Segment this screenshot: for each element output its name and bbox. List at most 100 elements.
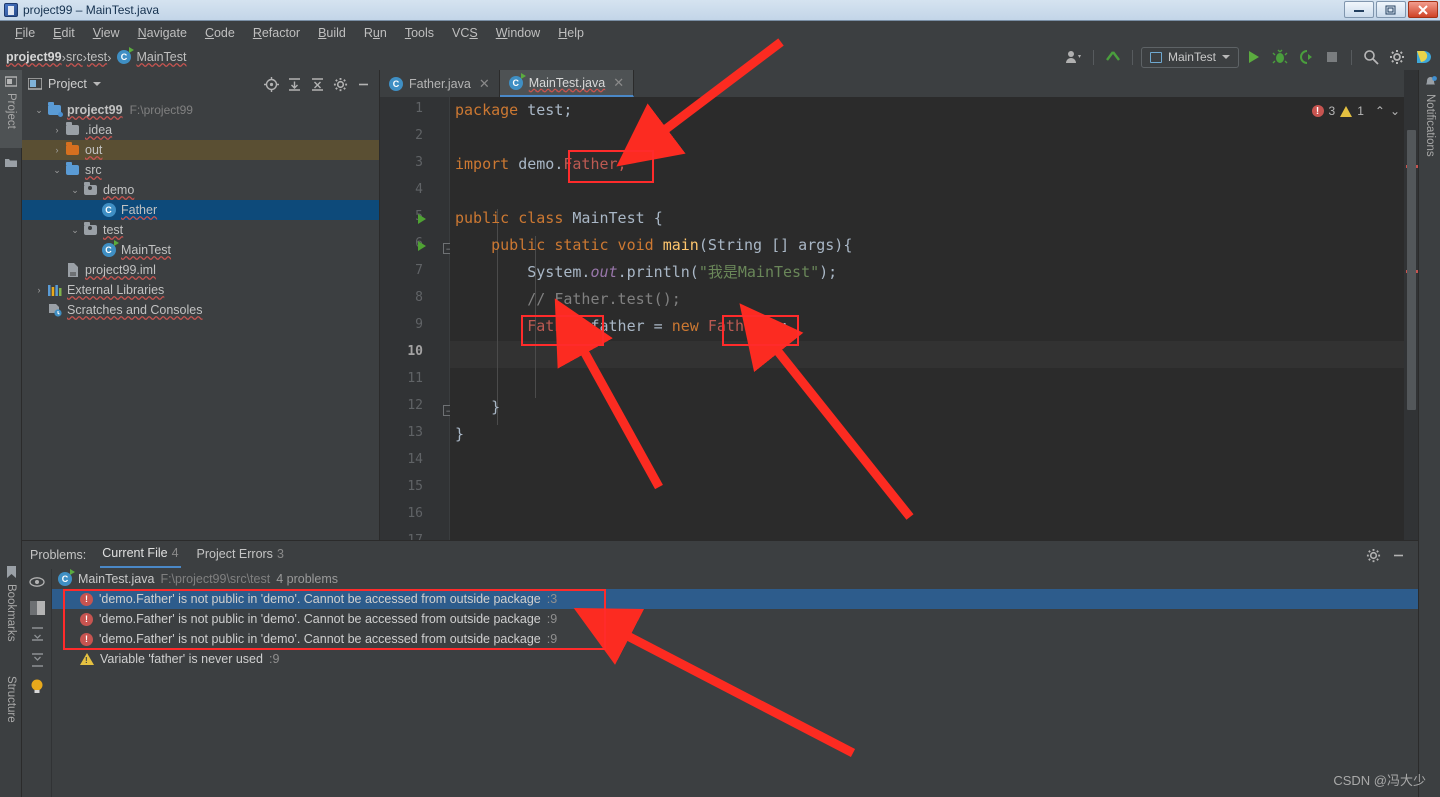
- gear-icon[interactable]: [330, 74, 350, 94]
- folder-output-icon: [66, 142, 79, 155]
- menu-code[interactable]: Code: [196, 24, 244, 42]
- expand-all-icon[interactable]: [22, 621, 52, 647]
- close-icon[interactable]: ✕: [479, 76, 490, 92]
- gutter-run-icon[interactable]: [418, 214, 426, 224]
- locate-icon[interactable]: [261, 74, 281, 94]
- update-project-icon[interactable]: [1102, 46, 1124, 68]
- chevron-down-icon[interactable]: ⌄: [50, 165, 64, 176]
- problem-row[interactable]: Variable 'father' is never used:9: [52, 649, 1418, 669]
- chevron-down-icon[interactable]: [92, 82, 101, 86]
- code-line[interactable]: package test;: [455, 97, 572, 124]
- tree-item-out[interactable]: › out: [22, 140, 379, 160]
- sidebar-item-files[interactable]: [0, 152, 22, 174]
- line-number: 9: [415, 317, 423, 332]
- chevron-down-icon[interactable]: ⌄: [32, 105, 46, 116]
- tree-item-project99-iml[interactable]: project99.iml: [22, 260, 379, 280]
- problems-header: Problems: Current File 4 Project Errors 3: [22, 541, 1418, 569]
- prev-problem-icon[interactable]: ⌃: [1375, 104, 1385, 118]
- stop-button[interactable]: [1321, 46, 1343, 68]
- close-button[interactable]: [1408, 1, 1438, 18]
- tree-item-father[interactable]: C Father: [22, 200, 379, 220]
- tree-item-test[interactable]: ⌄ test: [22, 220, 379, 240]
- left-tool-strip: Project Bookmarks Structure: [0, 70, 22, 797]
- tree-item-scratches-and-consoles[interactable]: Scratches and Consoles: [22, 300, 379, 320]
- sidebar-item-notifications[interactable]: Notifications: [1419, 70, 1440, 200]
- problem-row[interactable]: ! 'demo.Father' is not public in 'demo'. …: [52, 609, 1418, 629]
- next-problem-icon[interactable]: ⌄: [1390, 104, 1400, 118]
- user-icon[interactable]: [1063, 46, 1085, 68]
- tab-project-errors[interactable]: Project Errors 3: [195, 543, 286, 567]
- editor-tab-father[interactable]: C Father.java ✕: [380, 70, 500, 97]
- problems-file-row[interactable]: C MainTest.java F:\project99\src\test 4 pro…: [52, 569, 1418, 589]
- sidebar-item-project[interactable]: Project: [0, 70, 22, 148]
- menu-file[interactable]: File: [6, 24, 44, 42]
- menu-navigate[interactable]: Navigate: [129, 24, 196, 42]
- code-line[interactable]: }: [455, 394, 500, 421]
- ide-logo-icon[interactable]: [1412, 46, 1434, 68]
- problems-label: Problems:: [30, 548, 87, 562]
- search-icon[interactable]: [1360, 46, 1382, 68]
- minimize-button[interactable]: [1344, 1, 1374, 18]
- code-line[interactable]: }: [455, 421, 464, 448]
- menu-help[interactable]: Help: [549, 24, 593, 42]
- code-line[interactable]: import demo.Father;: [455, 151, 627, 178]
- breadcrumb-test[interactable]: test: [87, 50, 107, 64]
- collapse-all-icon[interactable]: [307, 74, 327, 94]
- inspection-widget[interactable]: ! 3 1 ⌃ ⌄: [1311, 104, 1400, 118]
- menu-tools[interactable]: Tools: [396, 24, 443, 42]
- gear-icon[interactable]: [1366, 548, 1381, 563]
- menu-vcs[interactable]: VCS: [443, 24, 487, 42]
- editor-scrollbar-thumb[interactable]: [1407, 130, 1416, 410]
- tree-item-external-libraries[interactable]: › External Libraries: [22, 280, 379, 300]
- hide-panel-icon[interactable]: [1391, 548, 1410, 563]
- preview-icon[interactable]: [22, 569, 52, 595]
- menu-edit[interactable]: Edit: [44, 24, 84, 42]
- run-button[interactable]: [1243, 46, 1265, 68]
- chevron-right-icon[interactable]: ›: [50, 145, 64, 155]
- problem-row[interactable]: ! 'demo.Father' is not public in 'demo'. …: [52, 629, 1418, 649]
- tree-item-src[interactable]: ⌄ src: [22, 160, 379, 180]
- code-line[interactable]: public class MainTest {: [455, 205, 663, 232]
- line-number: 15: [407, 479, 423, 494]
- menu-refactor[interactable]: Refactor: [244, 24, 309, 42]
- tab-current-file[interactable]: Current File 4: [100, 542, 181, 568]
- gear-icon[interactable]: [1386, 46, 1408, 68]
- layout-icon[interactable]: [22, 595, 52, 621]
- chevron-down-icon[interactable]: ⌄: [68, 185, 82, 196]
- breadcrumb-src[interactable]: src: [66, 50, 83, 64]
- menu-build[interactable]: Build: [309, 24, 355, 42]
- collapse-all-icon[interactable]: [22, 647, 52, 673]
- tree-item-maintest[interactable]: C MainTest: [22, 240, 379, 260]
- breadcrumb-maintest[interactable]: MainTest: [136, 50, 186, 64]
- hide-panel-icon[interactable]: [353, 74, 373, 94]
- run-configuration-selector[interactable]: MainTest: [1140, 46, 1239, 68]
- editor-tab-maintest[interactable]: C MainTest.java ✕: [499, 70, 635, 97]
- maximize-button[interactable]: [1376, 1, 1406, 18]
- tree-item--idea[interactable]: › .idea: [22, 120, 379, 140]
- chevron-right-icon[interactable]: ›: [50, 125, 64, 135]
- coverage-icon[interactable]: [1295, 46, 1317, 68]
- chevron-right-icon[interactable]: ›: [32, 285, 46, 295]
- menu-run[interactable]: Run: [355, 24, 396, 42]
- close-icon[interactable]: ✕: [613, 75, 624, 91]
- gutter-run-icon[interactable]: [418, 241, 426, 251]
- lightbulb-icon[interactable]: [22, 673, 52, 699]
- sidebar-item-bookmarks[interactable]: Bookmarks: [0, 560, 22, 665]
- sidebar-item-structure[interactable]: Structure: [0, 670, 22, 770]
- debug-icon[interactable]: [1269, 46, 1291, 68]
- tree-item-demo[interactable]: ⌄ demo: [22, 180, 379, 200]
- breadcrumb-project[interactable]: project99: [6, 50, 62, 64]
- editor-gutter[interactable]: 1234567891011121314151617−−: [380, 97, 454, 548]
- tree-item-project99[interactable]: ⌄ project99 F:\project99: [22, 100, 379, 120]
- menu-view[interactable]: View: [84, 24, 129, 42]
- problem-row[interactable]: ! 'demo.Father' is not public in 'demo'. …: [52, 589, 1418, 609]
- menu-window[interactable]: Window: [487, 24, 549, 42]
- code-line[interactable]: System.out.println("我是MainTest");: [455, 259, 837, 286]
- chevron-down-icon[interactable]: ⌄: [68, 225, 82, 236]
- code-token: father =: [581, 317, 672, 335]
- code-content[interactable]: package test; import demo.Father; public c…: [450, 97, 1440, 540]
- code-line[interactable]: // Father.test();: [455, 286, 681, 313]
- code-line[interactable]: Father father = new Father();: [455, 313, 789, 340]
- code-line[interactable]: public static void main(String [] args){: [455, 232, 852, 259]
- expand-all-icon[interactable]: [284, 74, 304, 94]
